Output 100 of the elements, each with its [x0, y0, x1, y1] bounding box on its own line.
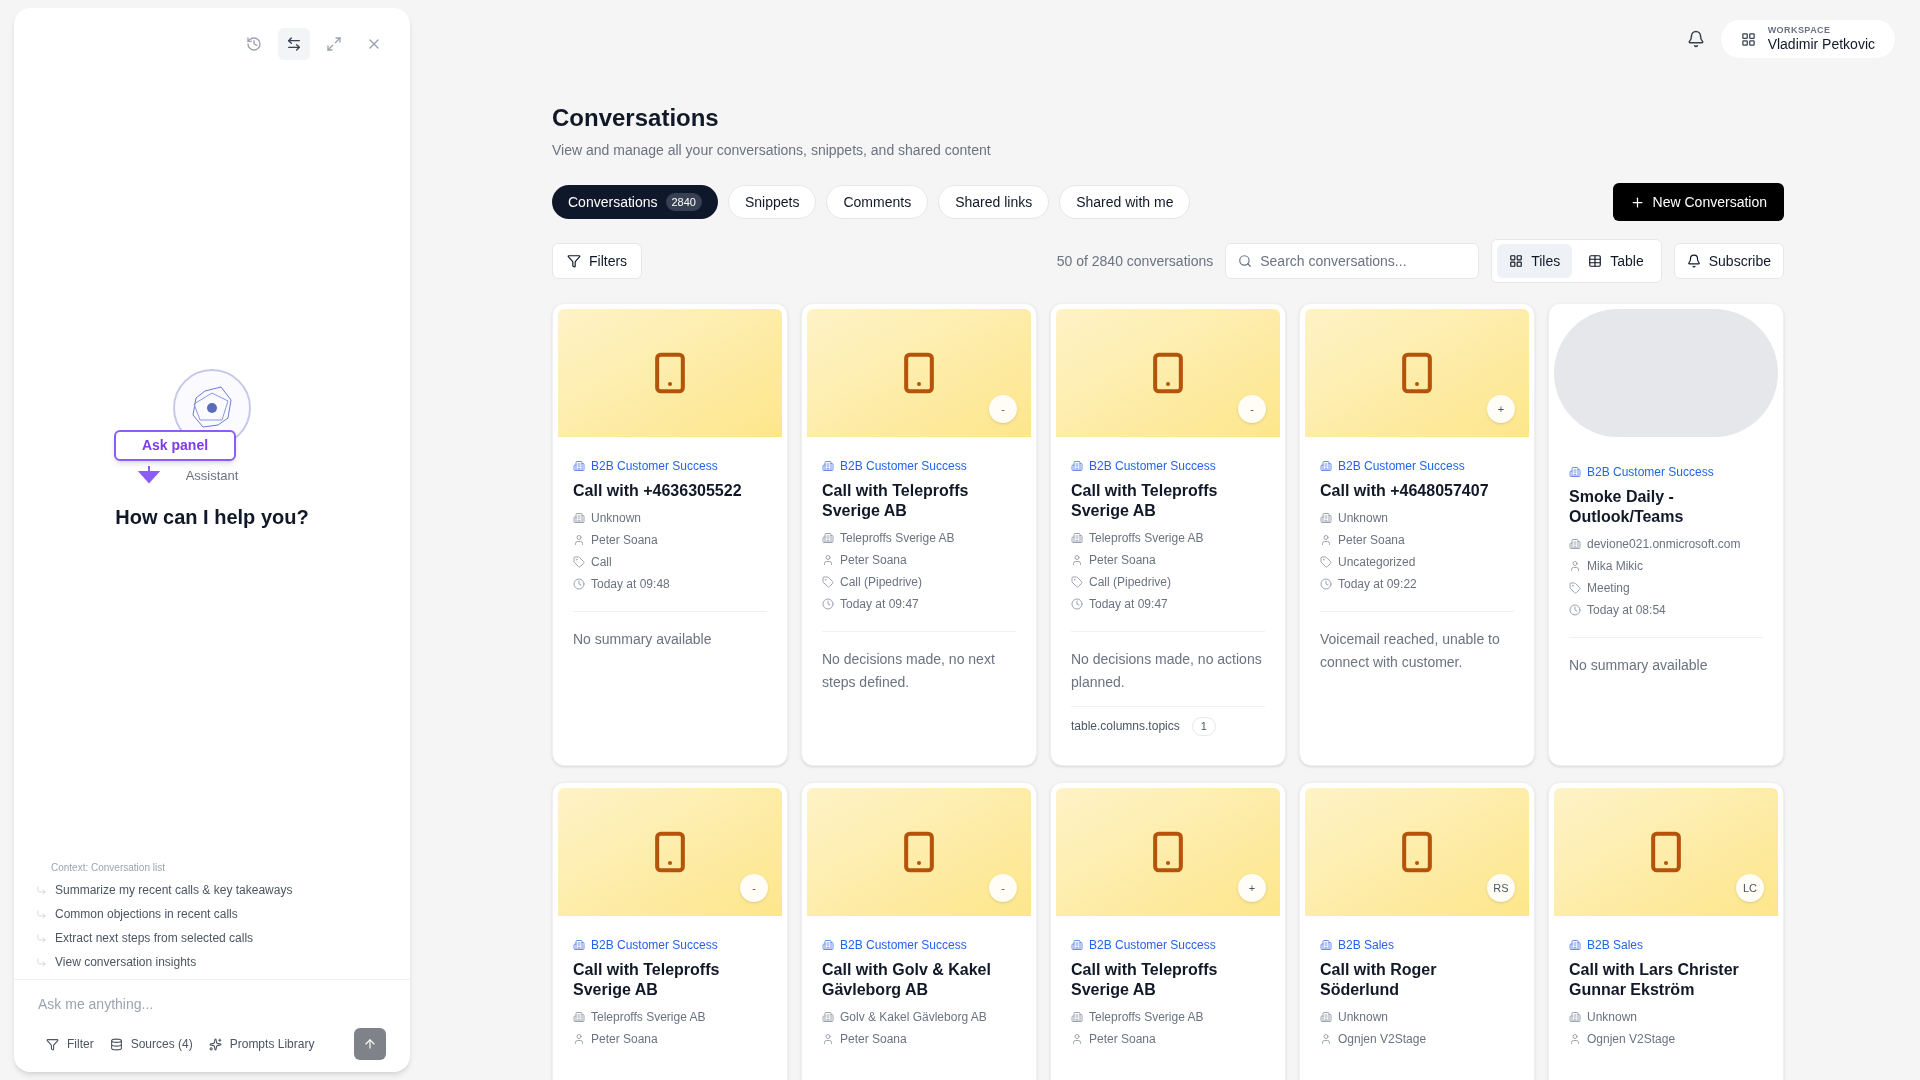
send-button[interactable] — [354, 1028, 386, 1060]
group-label[interactable]: B2B Customer Success — [1320, 457, 1514, 475]
conversation-card[interactable]: - B2B Customer Success Call with Golv & Kakel Gävleborg AB Golv & Kakel Gävleborg AB Peter Soana — [801, 782, 1037, 1080]
group-label[interactable]: B2B Customer Success — [1569, 463, 1763, 481]
page-subtitle: View and manage all your conversations, snippets, and shared content — [552, 141, 992, 160]
conversation-card[interactable]: RS B2B Sales Call with Roger Söderlund Unknown Ognjen V2Stage — [1299, 782, 1535, 1080]
suggestion-item[interactable]: Common objections in recent calls — [36, 905, 388, 923]
card-summary: No decisions made, no next steps defined. — [822, 650, 996, 692]
tab[interactable]: Shared links — [938, 185, 1050, 219]
conversation-card[interactable]: - B2B Customer Success Call with Teleproffs Sverige AB Teleproffs Sverige AB Peter Soana Call (Pipedrive) Today at 09:47 No decisions made, no actions planned. table.columns.topics 1 — [1050, 303, 1286, 766]
search-field[interactable]: Search conversations... — [1225, 243, 1480, 279]
sparkles-icon — [208, 1037, 222, 1051]
avatar-badge: RS — [1487, 874, 1515, 902]
clock-icon — [822, 598, 834, 610]
sources-button[interactable]: Sources (4) — [109, 1035, 193, 1053]
return-arrow-icon — [36, 908, 47, 920]
grid-icon — [1740, 31, 1756, 47]
detail-text: Unknown — [591, 510, 642, 527]
detail-text: Call — [591, 554, 612, 571]
group-label[interactable]: B2B Sales — [1569, 936, 1763, 954]
conversation-card[interactable]: + B2B Customer Success Call with +4648057407 Unknown Peter Soana Uncategorized Today at 09:22 Voicemail reached, unable to connect with customer. — [1299, 303, 1535, 766]
group-label[interactable]: B2B Customer Success — [573, 936, 767, 954]
detail-text: Today at 08:54 — [1587, 602, 1666, 619]
suggestion-item[interactable]: Extract next steps from selected calls — [36, 929, 388, 947]
avatar-badge: - — [1238, 395, 1266, 423]
building-icon — [1320, 512, 1332, 524]
card-title: Call with Teleproffs Sverige AB — [573, 960, 721, 1000]
person-icon — [1320, 1033, 1332, 1045]
detail-text: Teleproffs Sverige AB — [1089, 1009, 1204, 1026]
workspace-label: WORKSPACE — [1767, 24, 1831, 36]
history-icon — [246, 36, 262, 52]
tag-icon — [1569, 582, 1581, 594]
conversation-card[interactable]: - B2B Customer Success Call with Teleproffs Sverige AB Teleproffs Sverige AB Peter Soana Call (Pipedrive) Today at 09:47 No decisions made, no next steps defined. — [801, 303, 1037, 766]
conversation-card[interactable]: B2B Customer Success Call with +4636305522 Unknown Peter Soana Call Today at 09:48 No summary available — [552, 303, 788, 766]
group-label[interactable]: B2B Customer Success — [822, 936, 1016, 954]
group-label[interactable]: B2B Customer Success — [1071, 457, 1265, 475]
tab-count: 2840 — [665, 192, 702, 212]
group-name: B2B Customer Success — [840, 937, 967, 954]
tab[interactable]: Shared with me — [1059, 185, 1191, 219]
clock-icon — [573, 578, 585, 590]
building-icon — [822, 1011, 834, 1023]
card-summary: No decisions made, no actions planned. — [1071, 650, 1263, 692]
suggestion-item[interactable]: Summarize my recent calls & key takeaways — [36, 881, 388, 899]
callout-arrow — [138, 463, 160, 486]
workspace-name: Vladimir Petkovic — [1767, 35, 1875, 54]
clock-icon — [1320, 578, 1332, 590]
filter-icon — [567, 254, 581, 268]
person-icon — [1320, 534, 1332, 546]
result-count: 50 of 2840 conversations — [1056, 251, 1214, 271]
tag-icon — [822, 576, 834, 588]
tab[interactable]: Comments — [826, 185, 929, 219]
conversation-card[interactable]: + B2B Customer Success Call with Teleproffs Sverige AB Teleproffs Sverige AB Peter Soana — [1050, 782, 1286, 1080]
group-name: B2B Customer Success — [840, 458, 967, 475]
new-conversation-button[interactable]: New Conversation — [1612, 183, 1784, 221]
card-title: Smoke Daily - Outlook/Teams — [1569, 487, 1685, 527]
detail-text: Peter Soana — [1338, 532, 1405, 549]
conversation-card[interactable]: B2B Customer Success Smoke Daily - Outlook/Teams devione021.onmicrosoft.com Mika Mikic Meeting Today at 08:54 No summary available — [1548, 303, 1784, 766]
return-arrow-icon — [36, 932, 47, 944]
card-summary: Voicemail reached, unable to connect with customer. — [1320, 630, 1501, 672]
detail-text: Peter Soana — [1089, 552, 1156, 569]
group-name: B2B Customer Success — [591, 937, 718, 954]
person-icon — [573, 1033, 585, 1045]
swap-icon — [286, 36, 302, 52]
building-icon — [1071, 939, 1083, 951]
view-option[interactable]: Table — [1576, 244, 1656, 278]
ask-panel-callout[interactable]: Ask panel — [114, 430, 236, 462]
conversation-card[interactable]: LC B2B Sales Call with Lars Christer Gunnar Ekström Unknown Ognjen V2Stage — [1548, 782, 1784, 1080]
avatar-badge: + — [1238, 874, 1266, 902]
building-icon — [1071, 1011, 1083, 1023]
subscribe-button[interactable]: Subscribe — [1673, 243, 1784, 279]
detail-text: Call (Pipedrive) — [840, 574, 923, 591]
notification-bell-icon[interactable] — [1686, 30, 1705, 48]
group-label[interactable]: B2B Customer Success — [1071, 936, 1265, 954]
filters-button[interactable]: Filters — [552, 243, 643, 279]
building-icon — [822, 460, 834, 472]
detail-text: Ognjen V2Stage — [1338, 1031, 1427, 1048]
group-label[interactable]: B2B Customer Success — [822, 457, 1016, 475]
prompts-button[interactable]: Prompts Library — [208, 1035, 315, 1053]
group-label[interactable]: B2B Customer Success — [573, 457, 767, 475]
detail-text: Unknown — [1338, 1009, 1389, 1026]
database-icon — [109, 1037, 123, 1051]
swap-button[interactable] — [278, 28, 310, 60]
conversation-card[interactable]: - B2B Customer Success Call with Teleproffs Sverige AB Teleproffs Sverige AB Peter Soana — [552, 782, 788, 1080]
building-icon — [1320, 1011, 1332, 1023]
building-icon — [1569, 939, 1581, 951]
workspace-switcher[interactable]: WORKSPACE Vladimir Petkovic — [1720, 20, 1895, 58]
group-label[interactable]: B2B Sales — [1320, 936, 1514, 954]
tab[interactable]: Conversations 2840 — [552, 185, 718, 219]
topics-label: table.columns.topics — [1071, 718, 1180, 736]
card-title: Call with Golv & Kakel Gävleborg AB — [822, 960, 992, 1000]
filter-button[interactable]: Filter — [46, 1035, 94, 1053]
detail-text: Teleproffs Sverige AB — [1089, 530, 1204, 547]
person-icon — [1569, 1033, 1581, 1045]
card-summary: No summary available — [573, 630, 713, 649]
suggestion-item[interactable]: View conversation insights — [36, 953, 388, 971]
tab[interactable]: Snippets — [728, 185, 817, 219]
view-option[interactable]: Tiles — [1497, 244, 1573, 278]
search-input[interactable]: Search conversations... — [1260, 250, 1467, 272]
plus-icon — [1629, 194, 1645, 210]
ask-input[interactable]: Ask me anything... — [38, 994, 386, 1015]
